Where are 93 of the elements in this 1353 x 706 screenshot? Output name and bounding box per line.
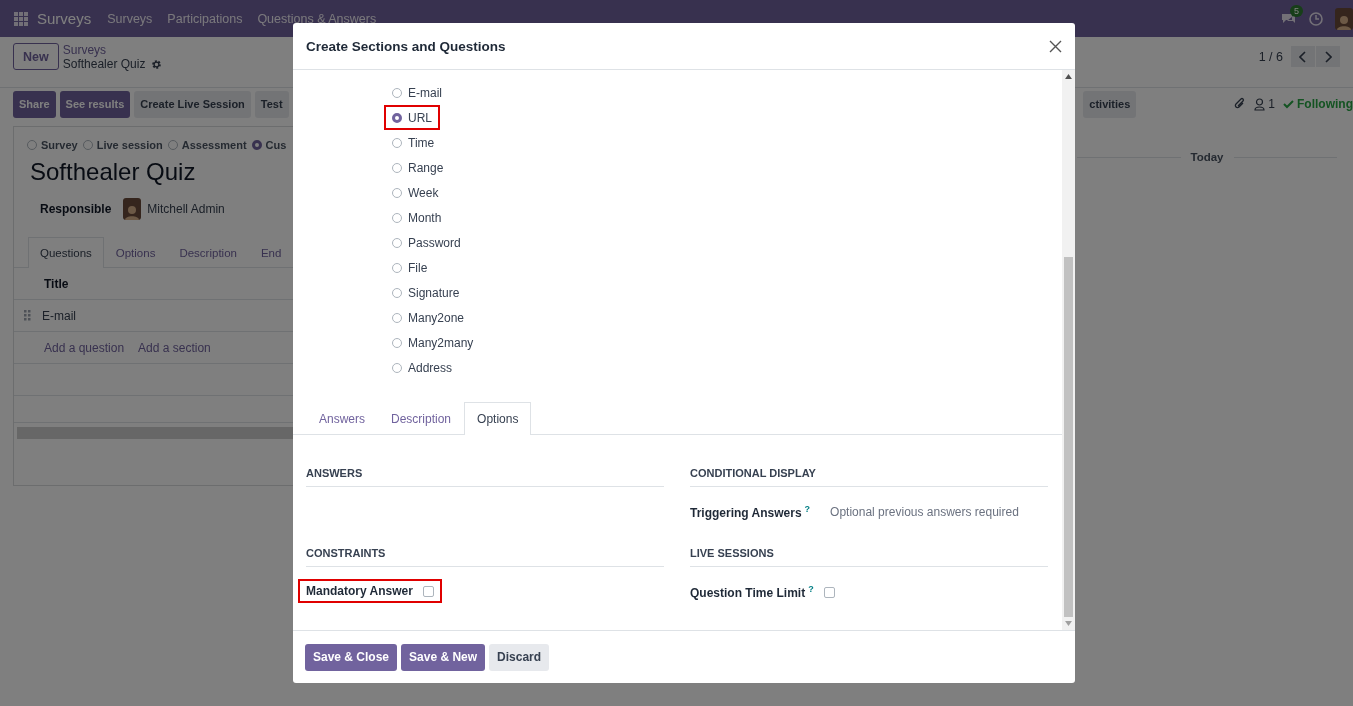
tab[interactable]: End [248,237,294,268]
tab[interactable]: Description [378,402,465,435]
radio-button[interactable] [82,140,93,150]
radio-label[interactable]: Week [408,185,439,200]
radio-button[interactable] [392,287,402,298]
field-label: Triggering Answers $^{?}$ [690,504,811,520]
radio-label[interactable]: Address [408,360,453,375]
gear-icon[interactable] [151,58,163,70]
checkbox[interactable] [823,586,835,598]
radio-button[interactable] [392,312,402,323]
field-label: Mandatory Answer [306,584,413,598]
check-icon [1283,99,1294,109]
close-icon[interactable] [1049,39,1062,53]
add-link[interactable]: Add a question [44,340,125,355]
radio-button[interactable] [392,362,402,373]
radio-button[interactable] [392,187,402,198]
radio-label[interactable]: Assessment [181,139,247,151]
checkbox[interactable] [422,585,434,597]
field-label: Question Time Limit $^{?}$ [690,584,814,600]
answers-field[interactable]: Optional previous answers required [830,505,1061,519]
radio-button[interactable] [392,112,402,123]
radio-button[interactable] [392,237,402,248]
menu-item[interactable]: Questions & Answers [257,11,377,26]
pager-value: 1 / 6 [1258,49,1283,64]
action-button[interactable]: Save & New [401,643,486,671]
paperclip-icon[interactable] [1234,97,1247,111]
scrollbar[interactable] [1062,70,1075,630]
new-button[interactable]: New [13,43,59,70]
section-heading: CONSTRAINTS [306,547,664,567]
radio-label[interactable]: Month [408,210,442,225]
action-button[interactable]: Share [13,90,56,118]
radio-label[interactable]: Survey [41,139,78,151]
action-button[interactable]: Discard [489,643,550,671]
section-heading: CONDITIONAL DISPLAY [690,467,1048,487]
radio-label[interactable]: Range [408,160,444,175]
radio-label[interactable]: File [408,260,428,275]
dialog-title: Create Sections and Questions [306,38,506,54]
action-button[interactable]: Test [254,90,289,118]
tab[interactable]: Options [464,402,532,435]
tab[interactable]: Answers [306,402,378,435]
radio-label[interactable]: Many2one [408,310,465,325]
add-link[interactable]: Add a section [138,340,211,355]
record-name: Softhealer Quiz [62,57,146,71]
breadcrumb-link[interactable]: Surveys [62,43,163,57]
radio-button[interactable] [392,162,402,173]
date-separator: Today [1190,151,1224,163]
chevron-left-icon [1299,50,1307,63]
radio-label[interactable]: Live session [96,139,163,151]
user-avatar[interactable] [1335,7,1353,30]
responsible-user[interactable]: Mitchell Admin [147,202,225,216]
radio-label[interactable]: E-mail [408,85,442,100]
radio-button[interactable] [27,140,37,150]
radio-button[interactable] [251,140,262,150]
apps-menu-icon[interactable] [14,11,28,26]
activities-button[interactable]: ctivities [1083,90,1137,118]
action-button[interactable]: Create Live Session [134,90,251,118]
follower-count: 1 [1268,97,1275,111]
clock-icon[interactable] [1309,11,1323,26]
field-label: Responsible [40,202,112,216]
radio-label[interactable]: Password [408,235,461,250]
tab[interactable]: Options [103,237,168,268]
drag-handle-icon[interactable] [24,310,31,321]
tab[interactable]: Description [167,237,249,268]
section-heading: LIVE SESSIONS [690,547,1048,567]
triangle-down-icon[interactable] [1065,621,1072,626]
action-button[interactable]: See results [59,90,131,118]
app-name[interactable]: Surveys [37,10,92,27]
column-header: Title [44,276,69,291]
radio-button[interactable] [392,137,402,148]
menu-item[interactable]: Surveys [107,11,153,26]
radio-button[interactable] [392,212,402,223]
following-button[interactable]: Following [1283,97,1353,111]
radio-button[interactable] [392,337,402,348]
chevron-right-icon [1324,50,1332,63]
notification-badge: 5 [1290,4,1303,17]
radio-button[interactable] [167,140,178,150]
table-cell: E-mail [42,308,76,323]
user-avatar [123,198,142,220]
person-icon[interactable] [1254,97,1266,111]
menu-item[interactable]: Participations [167,11,243,26]
action-button[interactable]: Save & Close [305,643,398,671]
radio-label[interactable]: Signature [408,285,460,300]
radio-label[interactable]: Many2many [408,335,474,350]
next-button[interactable] [1316,46,1340,67]
previous-button[interactable] [1291,46,1315,67]
section-heading: ANSWERS [306,467,664,487]
radio-label[interactable]: Cus [265,139,287,151]
radio-label[interactable]: Time [408,135,435,150]
radio-button[interactable] [392,262,402,273]
radio-label[interactable]: URL [408,110,432,125]
tab[interactable]: Questions [28,237,104,268]
triangle-up-icon[interactable] [1065,74,1072,79]
radio-button[interactable] [392,87,402,98]
